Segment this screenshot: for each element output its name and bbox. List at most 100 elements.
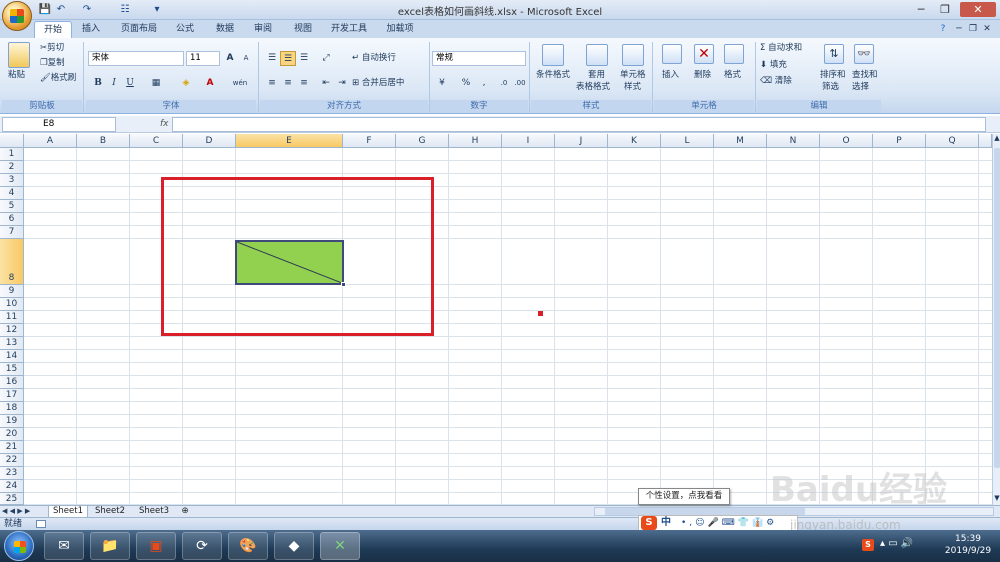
merge-center-button[interactable]: ⊞ 合并后居中 xyxy=(352,78,428,89)
scroll-thumb[interactable] xyxy=(994,148,1000,468)
column-header[interactable]: C xyxy=(130,134,183,148)
align-right-icon[interactable]: ≡ xyxy=(296,76,312,91)
column-header[interactable]: J xyxy=(555,134,608,148)
taskbar-recorder-icon[interactable]: ▣ xyxy=(136,532,176,560)
sogou-icon[interactable]: S xyxy=(641,516,657,530)
row-header[interactable]: 15 xyxy=(0,363,24,376)
tab-formulas[interactable]: 公式 xyxy=(170,21,200,38)
insert-cells-icon[interactable] xyxy=(662,44,682,64)
cut-button[interactable]: ✂剪切 xyxy=(40,43,80,54)
row-header[interactable]: 14 xyxy=(0,350,24,363)
scroll-down-icon[interactable]: ▼ xyxy=(993,494,1000,504)
format-as-table-button[interactable]: 套用 xyxy=(588,70,605,81)
align-left-icon[interactable]: ≡ xyxy=(264,76,280,91)
tab-developer[interactable]: 开发工具 xyxy=(326,21,372,38)
sheet-nav-icon[interactable]: ◀ ◀ ▶ ▶ xyxy=(2,506,46,517)
row-header[interactable]: 23 xyxy=(0,467,24,480)
find-select-button[interactable]: 查找和 xyxy=(852,70,878,81)
format-as-table-icon[interactable] xyxy=(586,44,608,66)
row-header[interactable]: 18 xyxy=(0,402,24,415)
autosum-button[interactable]: Σ 自动求和 xyxy=(760,43,820,54)
row-header[interactable]: 21 xyxy=(0,441,24,454)
minimize-button[interactable]: ─ xyxy=(910,2,932,17)
taskbar-paint-icon[interactable]: 🎨 xyxy=(228,532,268,560)
cell-styles-button[interactable]: 单元格 xyxy=(620,70,646,81)
row-header[interactable]: 16 xyxy=(0,376,24,389)
name-box[interactable]: E8 xyxy=(2,117,116,132)
align-center-icon[interactable]: ≡ xyxy=(280,76,296,91)
fill-color-icon[interactable]: ◈ xyxy=(178,76,194,91)
formula-input[interactable] xyxy=(172,117,986,132)
column-header[interactable]: G xyxy=(396,134,449,148)
tray-icons[interactable]: ▴ ▭ 🔊 xyxy=(880,538,913,549)
ribbon-restore-icon[interactable]: ❐ xyxy=(966,21,980,38)
sort-filter-icon[interactable]: ⇅ xyxy=(824,44,844,64)
taskbar-explorer-icon[interactable]: 📁 xyxy=(90,532,130,560)
maximize-button[interactable]: ❐ xyxy=(934,2,956,17)
taskbar-app-icon[interactable]: ◆ xyxy=(274,532,314,560)
tab-review[interactable]: 审阅 xyxy=(248,21,278,38)
font-name-select[interactable]: 宋体 xyxy=(88,51,184,66)
column-header[interactable]: O xyxy=(820,134,873,148)
row-header[interactable]: 25 xyxy=(0,493,24,505)
column-header[interactable]: D xyxy=(183,134,236,148)
column-header[interactable]: N xyxy=(767,134,820,148)
row-header[interactable]: 10 xyxy=(0,298,24,311)
binoculars-icon[interactable]: 👓 xyxy=(854,44,874,64)
row-header[interactable]: 12 xyxy=(0,324,24,337)
paste-icon[interactable] xyxy=(8,42,30,68)
font-size-select[interactable]: 11 xyxy=(186,51,220,66)
ribbon-minimize-icon[interactable]: ─ xyxy=(952,21,966,38)
decrease-decimal-icon[interactable]: .00 xyxy=(512,76,528,91)
ribbon-close-icon[interactable]: ✕ xyxy=(980,21,994,38)
row-header[interactable]: 4 xyxy=(0,187,24,200)
redo-icon[interactable]: ↷ xyxy=(80,3,94,16)
column-header[interactable]: B xyxy=(77,134,130,148)
row-header[interactable]: 5 xyxy=(0,200,24,213)
taskbar-sogou-icon[interactable]: ⟳ xyxy=(182,532,222,560)
column-header[interactable]: I xyxy=(502,134,555,148)
column-header[interactable] xyxy=(979,134,992,148)
row-header[interactable]: 9 xyxy=(0,285,24,298)
close-button[interactable]: ✕ xyxy=(960,2,996,17)
start-button[interactable] xyxy=(4,531,34,561)
column-header-selected[interactable]: E xyxy=(236,134,343,148)
row-header[interactable]: 1 xyxy=(0,148,24,161)
format-cells-button[interactable]: 格式 xyxy=(724,70,741,81)
italic-button[interactable]: I xyxy=(106,76,122,91)
align-bottom-icon[interactable]: ☰ xyxy=(296,51,312,66)
fx-button[interactable]: fx xyxy=(122,117,172,132)
cell-styles-icon[interactable] xyxy=(622,44,644,66)
column-header[interactable]: P xyxy=(873,134,926,148)
vertical-scrollbar[interactable]: ▲ ▼ xyxy=(992,134,1000,505)
taskbar-excel-icon[interactable]: ✕ xyxy=(320,532,360,560)
column-header[interactable]: L xyxy=(661,134,714,148)
paste-button[interactable]: 粘贴 xyxy=(8,70,25,81)
conditional-format-button[interactable]: 条件格式 xyxy=(536,70,570,81)
fill-button[interactable]: ⬇ 填充 xyxy=(760,60,810,71)
decrease-indent-icon[interactable]: ⇤ xyxy=(318,76,334,91)
row-header-selected[interactable]: 8 xyxy=(0,239,24,285)
tab-insert[interactable]: 插入 xyxy=(76,21,106,38)
column-header[interactable]: A xyxy=(24,134,77,148)
tab-data[interactable]: 数据 xyxy=(210,21,240,38)
row-header[interactable]: 6 xyxy=(0,213,24,226)
undo-icon[interactable]: ↶ xyxy=(54,3,68,16)
increase-decimal-icon[interactable]: .0 xyxy=(496,76,512,91)
help-icon[interactable]: ? xyxy=(936,21,950,38)
qat-dropdown-icon[interactable]: ▾ xyxy=(150,3,164,16)
clock[interactable]: 15:39 2019/9/29 xyxy=(940,533,996,557)
tab-addins[interactable]: 加载项 xyxy=(380,21,420,38)
select-all-button[interactable] xyxy=(0,134,24,148)
column-header[interactable]: H xyxy=(449,134,502,148)
sort-filter-button[interactable]: 排序和 xyxy=(820,70,846,81)
percent-button[interactable]: % xyxy=(458,76,474,91)
clear-button[interactable]: ⌫ 清除 xyxy=(760,76,810,87)
phonetic-button[interactable]: wén xyxy=(228,76,252,91)
tab-view[interactable]: 视图 xyxy=(288,21,318,38)
format-cells-icon[interactable] xyxy=(724,44,744,64)
number-format-select[interactable]: 常规 xyxy=(432,51,526,66)
tab-page-layout[interactable]: 页面布局 xyxy=(114,21,164,38)
column-header[interactable]: F xyxy=(343,134,396,148)
row-header[interactable]: 2 xyxy=(0,161,24,174)
